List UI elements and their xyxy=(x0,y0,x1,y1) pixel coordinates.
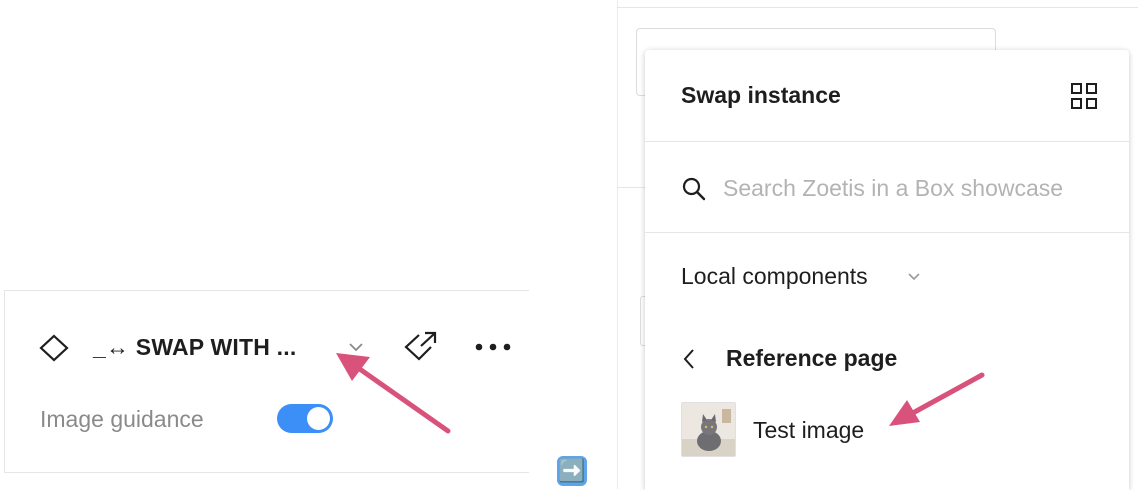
panel-edge xyxy=(4,290,5,473)
image-guidance-toggle[interactable] xyxy=(277,404,333,433)
background-divider xyxy=(617,7,1138,8)
search-icon xyxy=(681,176,707,202)
chevron-down-icon[interactable] xyxy=(907,270,921,282)
panel-divider xyxy=(4,472,529,473)
cat-image-thumbnail[interactable] xyxy=(681,402,736,457)
background-divider xyxy=(617,187,647,188)
image-guidance-label: Image guidance xyxy=(40,406,204,432)
panel-divider xyxy=(4,290,529,291)
library-dropdown[interactable]: Local components xyxy=(681,259,868,293)
search-input[interactable]: Search Zoetis in a Box showcase xyxy=(723,171,1103,205)
popover-title: Swap instance xyxy=(681,82,841,108)
page-heading: Reference page xyxy=(726,345,898,371)
component-name[interactable]: _↔ SWAP WITH ... xyxy=(93,329,333,365)
background-panel-edge xyxy=(617,0,618,489)
chevron-left-icon[interactable] xyxy=(681,347,697,371)
annotation-arrow-icon xyxy=(330,345,455,440)
popover-divider xyxy=(645,232,1129,233)
right-arrow-emoji: ➡️ xyxy=(557,456,587,486)
toggle-knob xyxy=(307,407,330,430)
more-horizontal-icon[interactable] xyxy=(472,338,516,356)
component-item-label[interactable]: Test image xyxy=(753,413,864,447)
grid-icon[interactable] xyxy=(1069,81,1099,111)
popover-divider xyxy=(645,141,1129,142)
annotation-arrow-icon xyxy=(885,370,990,432)
component-diamond-icon xyxy=(38,333,70,363)
